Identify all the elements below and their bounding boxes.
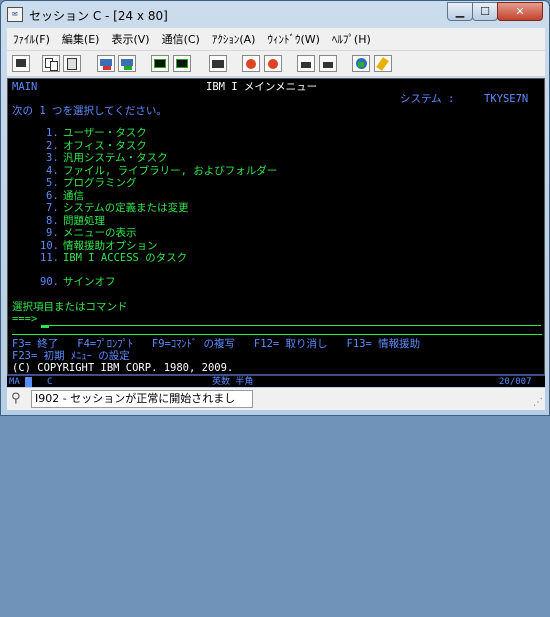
menu-file[interactable]: ﾌｧｲﾙ(F) — [7, 31, 56, 47]
paste-icon[interactable] — [63, 55, 81, 72]
system-label: システム : — [400, 93, 455, 105]
option-number: 10. — [40, 239, 59, 252]
screen-id: MAIN — [12, 81, 38, 93]
option-number: 4. — [46, 164, 59, 177]
menu-option-4[interactable]: ファイル, ライブラリー, およびフォルダー — [63, 165, 277, 178]
send-file-icon[interactable] — [97, 55, 115, 72]
copyright-text: (C) COPYRIGHT IBM CORP. 1980, 2009. — [12, 362, 234, 374]
minimize-button[interactable]: ▁ — [447, 2, 473, 21]
menu-view[interactable]: 表示(V) — [105, 31, 155, 47]
function-keys-line-2: F23= 初期 ﾒﾆｭｰ の設定 — [12, 350, 130, 362]
close-button[interactable]: ✕ — [497, 2, 543, 21]
option-number: 7. — [46, 202, 59, 214]
option-number: 2. — [46, 139, 59, 152]
option-number: 11. — [40, 252, 59, 264]
oia-ma: MA — [9, 377, 20, 387]
maximize-button[interactable]: ☐ — [472, 2, 498, 21]
window-title: セッション C - [24 x 80] — [29, 9, 168, 23]
keyboard-icon[interactable] — [173, 55, 191, 72]
menu-option-2[interactable]: オフィス・タスク — [63, 140, 147, 153]
option-number: 6. — [46, 189, 59, 202]
system-name: TKYSE7N — [484, 93, 529, 105]
option-number: 1. — [46, 127, 59, 139]
option-number: 9. — [46, 227, 59, 239]
oia-indicator — [25, 377, 32, 387]
highlighter-icon[interactable] — [374, 55, 392, 72]
command-label: 選択項目またはコマンド — [12, 301, 128, 313]
status-bar: ⚲ I902 - セッションが正常に開始されまし ⋰ — [7, 388, 545, 410]
emulator-window: ✉ セッション C - [24 x 80] ▁ ☐ ✕ ﾌｧｲﾙ(F) 編集(E… — [0, 0, 550, 416]
command-arrow: ===> — [12, 313, 38, 325]
menu-bar: ﾌｧｲﾙ(F) 編集(E) 表示(V) 通信(C) ｱｸｼｮﾝ(A) ｳｨﾝﾄﾞ… — [7, 28, 545, 50]
menu-option-1[interactable]: ユーザー・タスク — [63, 127, 147, 140]
option-number: 8. — [46, 214, 59, 227]
globe-icon[interactable] — [352, 55, 370, 72]
menu-option-5[interactable]: プログラミング — [63, 177, 137, 190]
screen-title: IBM I メインメニュー — [206, 81, 318, 93]
command-input-line-2[interactable] — [12, 334, 542, 335]
menu-option-6[interactable]: 通信 — [63, 190, 84, 203]
macro-edit-icon[interactable] — [319, 55, 337, 72]
macro-stop-icon[interactable] — [264, 55, 282, 72]
option-number: 90. — [40, 276, 59, 288]
menu-window[interactable]: ｳｨﾝﾄﾞｳ(W) — [261, 31, 325, 47]
menu-help[interactable]: ﾍﾙﾌﾟ(H) — [326, 31, 377, 47]
menu-option-3[interactable]: 汎用システム・タスク — [63, 152, 168, 165]
connection-icon: ⚲ — [11, 391, 21, 406]
oia-cursor-position: 20/007 — [499, 377, 532, 387]
text-cursor — [41, 326, 49, 328]
option-number: 5. — [46, 177, 59, 189]
menu-option-8[interactable]: 問題処理 — [63, 215, 105, 228]
command-input-line[interactable] — [41, 325, 541, 326]
operator-info-area: MA C 英数 半角 20/007 — [7, 375, 545, 387]
title-bar[interactable]: ✉ セッション C - [24 x 80] ▁ ☐ ✕ — [1, 1, 549, 28]
macro-pause-icon[interactable] — [297, 55, 315, 72]
function-keys-line-1: F3= 終了 F4=ﾌﾟﾛﾝﾌﾟﾄ F9=ｺﾏﾝﾄﾞ の複写 F12= 取り消し… — [12, 338, 421, 350]
selection-prompt: 次の 1 つを選択してください。 — [12, 105, 167, 117]
oia-session: C — [47, 377, 53, 387]
menu-option-signoff[interactable]: サインオフ — [63, 276, 116, 289]
app-icon[interactable]: ✉ — [7, 7, 23, 22]
menu-option-7[interactable]: システムの定義または変更 — [63, 202, 189, 215]
option-number: 3. — [46, 152, 59, 164]
terminal-screen[interactable]: MAIN IBM I メインメニュー システム : TKYSE7N 次の 1 つ… — [7, 78, 545, 375]
resize-grip-icon[interactable]: ⋰ — [533, 397, 543, 408]
macro-play-icon[interactable] — [242, 55, 260, 72]
menu-option-10[interactable]: 情報援助オプション — [63, 240, 158, 253]
menu-action[interactable]: ｱｸｼｮﾝ(A) — [206, 31, 262, 47]
menu-communication[interactable]: 通信(C) — [156, 31, 206, 47]
status-message: I902 - セッションが正常に開始されまし — [31, 390, 253, 408]
print-screen-icon[interactable] — [12, 55, 30, 72]
oia-input-mode: 英数 半角 — [212, 377, 254, 387]
toolbar — [7, 50, 545, 76]
menu-option-11[interactable]: IBM I ACCESS のタスク — [63, 252, 187, 265]
menu-option-9[interactable]: メニューの表示 — [63, 227, 137, 240]
menu-edit[interactable]: 編集(E) — [56, 31, 106, 47]
copy-icon[interactable] — [42, 55, 60, 72]
display-icon[interactable] — [151, 55, 169, 72]
receive-file-icon[interactable] — [118, 55, 136, 72]
macro-record-icon[interactable] — [209, 55, 227, 72]
